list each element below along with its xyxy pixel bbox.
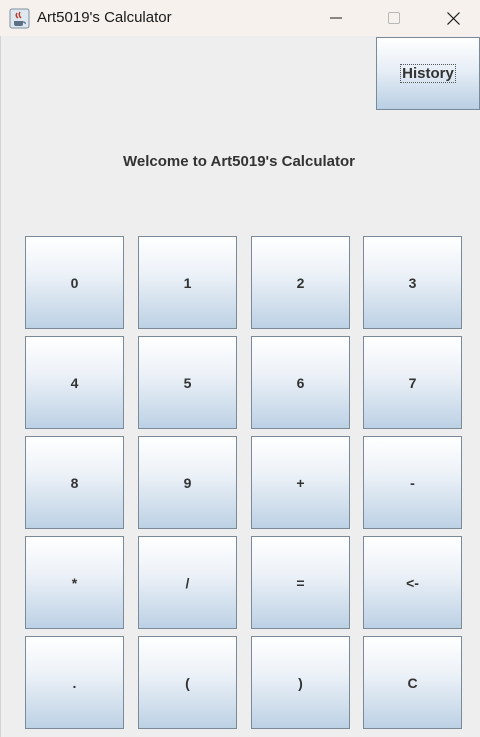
key-9[interactable]: 9 xyxy=(138,436,237,529)
key-close-paren[interactable]: ) xyxy=(251,636,350,729)
key-equals[interactable]: = xyxy=(251,536,350,629)
title-bar[interactable]: Art5019's Calculator xyxy=(0,0,480,36)
key-multiply[interactable]: * xyxy=(25,536,124,629)
key-7[interactable]: 7 xyxy=(363,336,462,429)
welcome-message: Welcome to Art5019's Calculator xyxy=(123,153,355,170)
key-decimal[interactable]: . xyxy=(25,636,124,729)
key-divide[interactable]: / xyxy=(138,536,237,629)
maximize-button[interactable] xyxy=(371,0,417,36)
history-button[interactable]: History xyxy=(376,37,480,110)
key-6[interactable]: 6 xyxy=(251,336,350,429)
key-5[interactable]: 5 xyxy=(138,336,237,429)
maximize-icon xyxy=(388,12,400,24)
key-minus[interactable]: - xyxy=(363,436,462,529)
key-open-paren[interactable]: ( xyxy=(138,636,237,729)
window-title: Art5019's Calculator xyxy=(37,9,172,26)
calculator-window: Art5019's Calculator History Welcome to … xyxy=(0,0,480,737)
java-coffee-icon xyxy=(9,8,30,29)
history-button-label: History xyxy=(400,64,456,83)
key-2[interactable]: 2 xyxy=(251,236,350,329)
minimize-icon xyxy=(330,17,342,19)
close-button[interactable] xyxy=(430,0,476,36)
key-0[interactable]: 0 xyxy=(25,236,124,329)
key-clear[interactable]: C xyxy=(363,636,462,729)
minimize-button[interactable] xyxy=(313,0,359,36)
close-icon xyxy=(446,11,460,25)
key-8[interactable]: 8 xyxy=(25,436,124,529)
window-edge xyxy=(0,36,1,737)
key-1[interactable]: 1 xyxy=(138,236,237,329)
key-plus[interactable]: + xyxy=(251,436,350,529)
key-3[interactable]: 3 xyxy=(363,236,462,329)
key-backspace[interactable]: <- xyxy=(363,536,462,629)
key-4[interactable]: 4 xyxy=(25,336,124,429)
